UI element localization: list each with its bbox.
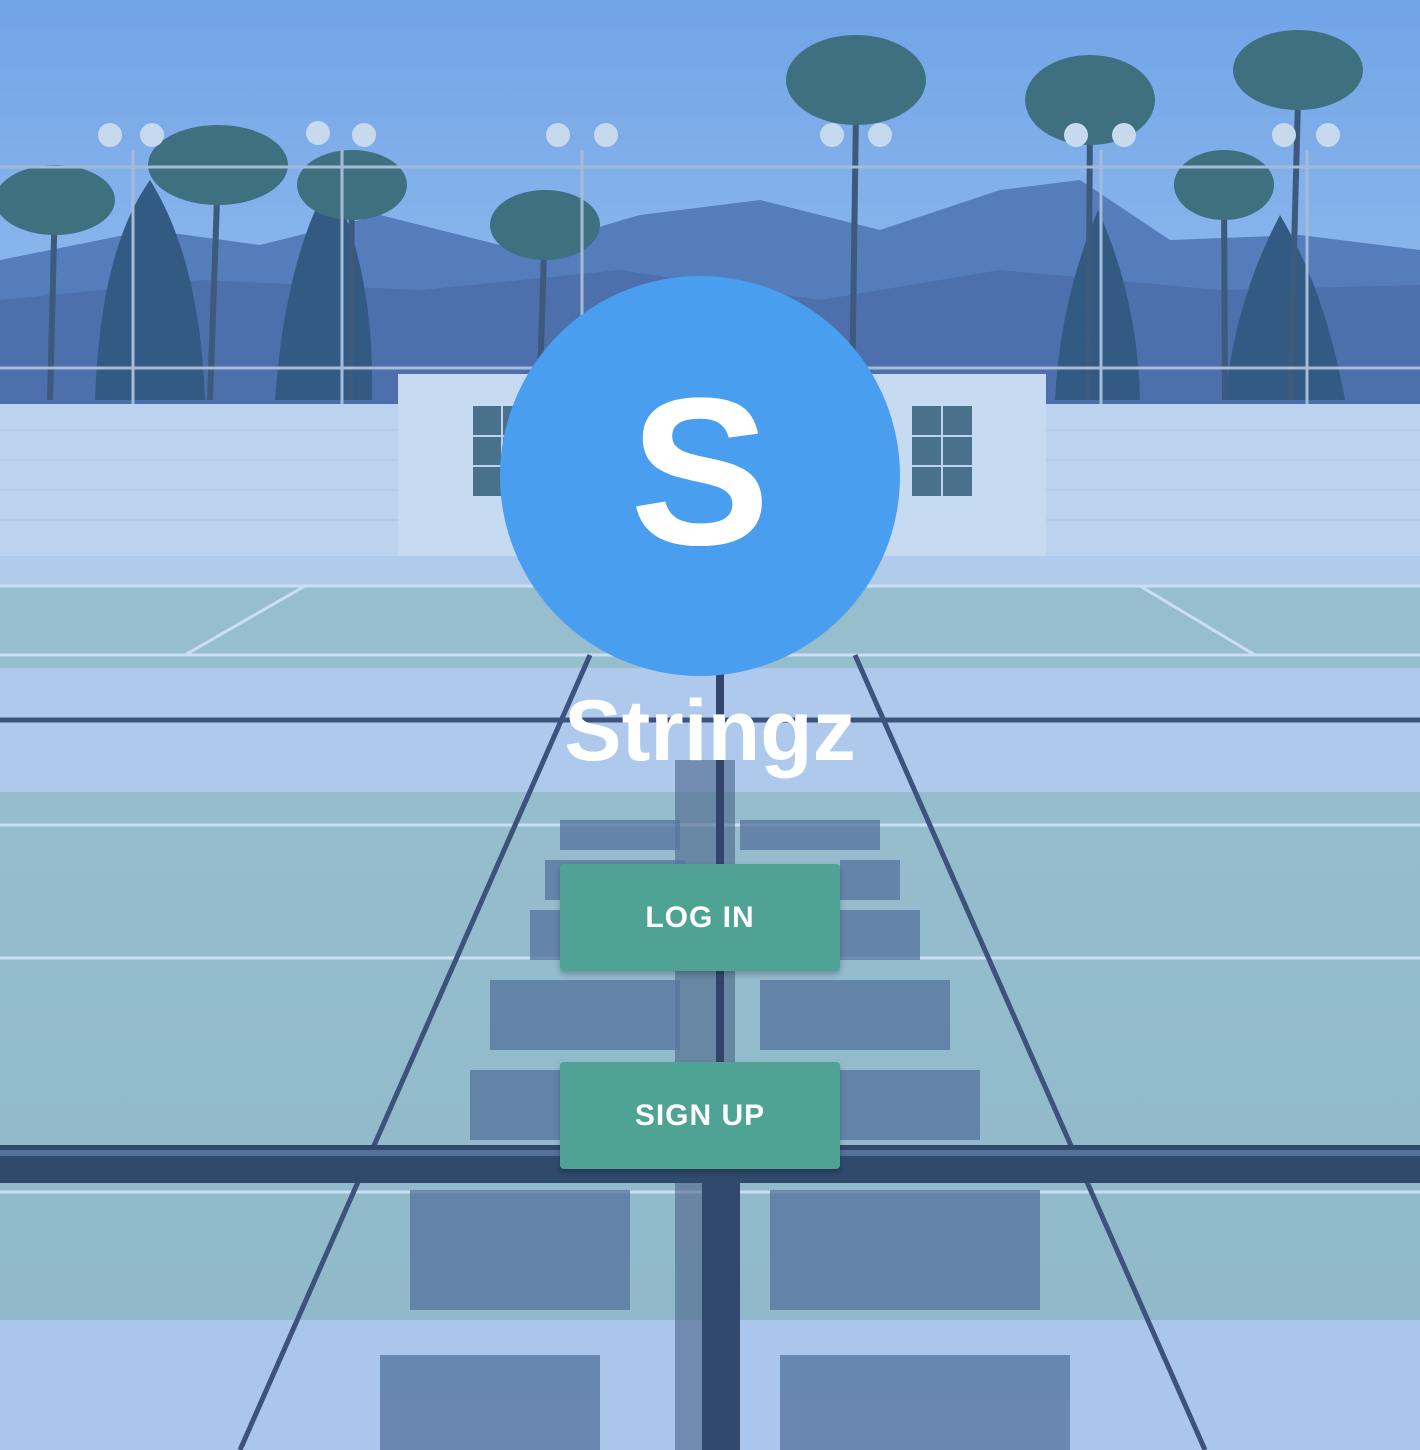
- signup-button[interactable]: SIGN UP: [560, 1062, 840, 1169]
- login-button[interactable]: LOG IN: [560, 864, 840, 971]
- app-logo: S: [500, 276, 900, 676]
- landing-screen: S Stringz LOG IN SIGN UP: [0, 0, 1420, 1450]
- app-title: Stringz: [564, 683, 856, 779]
- logo-letter: S: [629, 354, 771, 589]
